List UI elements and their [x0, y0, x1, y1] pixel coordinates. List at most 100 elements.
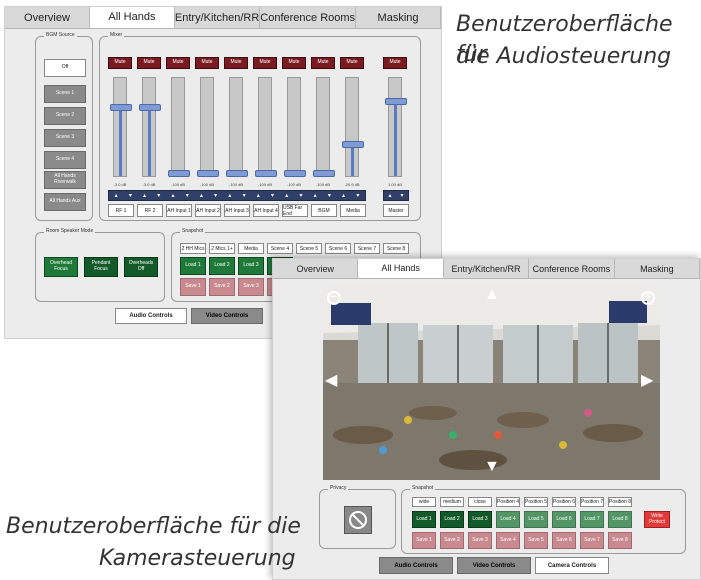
- fader-track[interactable]: [255, 77, 277, 177]
- snapshot-load-button[interactable]: Load 8: [608, 511, 632, 528]
- tab-entry-kitchen-rr[interactable]: Entry/Kitchen/RR: [444, 259, 530, 278]
- bgm-off-button[interactable]: Off: [44, 59, 86, 77]
- overheads-off-button[interactable]: Overheads Off: [124, 257, 158, 277]
- fader-knob[interactable]: [385, 98, 407, 106]
- channel-select-up-icon[interactable]: ▴: [314, 192, 317, 199]
- bgm-scene-3-button[interactable]: Scene 3: [44, 129, 86, 147]
- channel-select-down-icon[interactable]: ▾: [356, 192, 359, 199]
- tab-all-hands[interactable]: All Hands: [89, 7, 175, 28]
- mute-button[interactable]: Mute: [195, 57, 219, 69]
- overhead-focus-button[interactable]: Overhead Focus: [44, 257, 78, 277]
- snapshot-save-button[interactable]: Save 8: [608, 532, 632, 549]
- master-select-down-icon[interactable]: ▾: [400, 192, 403, 199]
- channel-select-down-icon[interactable]: ▾: [186, 192, 189, 199]
- fader-track[interactable]: [226, 77, 248, 177]
- snapshot-load-button[interactable]: Load 2: [440, 511, 464, 528]
- tab-overview[interactable]: Overview: [5, 7, 90, 28]
- channel-select-up-icon[interactable]: ▴: [171, 192, 174, 199]
- snapshot-save-button[interactable]: Save 2: [440, 532, 464, 549]
- mute-button[interactable]: Mute: [224, 57, 248, 69]
- channel-select-down-icon[interactable]: ▾: [299, 192, 302, 199]
- fader-knob[interactable]: [226, 170, 248, 177]
- master-select-strip[interactable]: ▴ ▾: [383, 190, 409, 201]
- bgm-all-hands-riverwalk-button[interactable]: All Hands Riverwalk: [44, 171, 86, 189]
- master-select-up-icon[interactable]: ▴: [388, 192, 391, 199]
- channel-select-down-icon[interactable]: ▾: [129, 192, 132, 199]
- fader-track[interactable]: [139, 77, 161, 177]
- camera-controls-button[interactable]: Camera Controls: [535, 557, 609, 574]
- bgm-all-hands-aux-button[interactable]: All Hands Aux: [44, 193, 86, 211]
- pan-up-icon[interactable]: ▲: [484, 287, 500, 303]
- video-controls-button[interactable]: Video Controls: [191, 308, 263, 324]
- snapshot-save-button[interactable]: Save 2: [209, 278, 235, 296]
- channel-select-down-icon[interactable]: ▾: [328, 192, 331, 199]
- snapshot-save-button[interactable]: Save 1: [412, 532, 436, 549]
- snapshot-load-button[interactable]: Load 6: [552, 511, 576, 528]
- fader-knob[interactable]: [284, 170, 306, 177]
- channel-select-down-icon[interactable]: ▾: [243, 192, 246, 199]
- pan-down-icon[interactable]: ▼: [484, 459, 500, 475]
- mute-button[interactable]: Mute: [108, 57, 132, 69]
- fader-track[interactable]: [168, 77, 190, 177]
- snapshot-save-button[interactable]: Save 5: [524, 532, 548, 549]
- mute-button[interactable]: Mute: [166, 57, 190, 69]
- mute-button[interactable]: Mute: [137, 57, 161, 69]
- channel-select-down-icon[interactable]: ▾: [157, 192, 160, 199]
- bgm-scene-1-button[interactable]: Scene 1: [44, 85, 86, 103]
- mute-button[interactable]: Mute: [311, 57, 335, 69]
- fader-track[interactable]: [197, 77, 219, 177]
- fader-knob[interactable]: [168, 170, 190, 177]
- tab-conference-rooms[interactable]: Conference Rooms: [529, 259, 615, 278]
- fader-track[interactable]: [110, 77, 132, 177]
- snapshot-load-button[interactable]: Load 5: [524, 511, 548, 528]
- channel-select-up-icon[interactable]: ▴: [115, 192, 118, 199]
- write-protect-button[interactable]: Write Protect: [644, 511, 670, 528]
- pan-right-icon[interactable]: ▶: [641, 373, 653, 389]
- audio-controls-button[interactable]: Audio Controls: [115, 308, 187, 324]
- channel-select-up-icon[interactable]: ▴: [228, 192, 231, 199]
- bgm-scene-2-button[interactable]: Scene 2: [44, 107, 86, 125]
- pan-left-icon[interactable]: ◀: [325, 373, 337, 389]
- fader-knob[interactable]: [342, 141, 364, 149]
- mute-button[interactable]: Mute: [253, 57, 277, 69]
- snapshot-load-button[interactable]: Load 3: [238, 257, 264, 275]
- channel-select-up-icon[interactable]: ▴: [200, 192, 203, 199]
- bgm-scene-4-button[interactable]: Scene 4: [44, 151, 86, 169]
- snapshot-load-button[interactable]: Load 7: [580, 511, 604, 528]
- fader-track[interactable]: [284, 77, 306, 177]
- mute-button[interactable]: Mute: [383, 57, 407, 69]
- channel-select-up-icon[interactable]: ▴: [257, 192, 260, 199]
- snapshot-load-button[interactable]: Load 1: [412, 511, 436, 528]
- tab-masking[interactable]: Masking: [615, 259, 701, 278]
- channel-select-strip[interactable]: ▴ ▾ ▴ ▾ ▴ ▾ ▴ ▾ ▴ ▾ ▴ ▾ ▴ ▾ ▴ ▾ ▴ ▾: [108, 190, 366, 201]
- mute-button[interactable]: Mute: [340, 57, 364, 69]
- zoom-out-icon[interactable]: −: [327, 291, 341, 305]
- channel-select-down-icon[interactable]: ▾: [214, 192, 217, 199]
- audio-controls-button[interactable]: Audio Controls: [379, 557, 453, 574]
- snapshot-save-button[interactable]: Save 3: [468, 532, 492, 549]
- zoom-in-icon[interactable]: +: [641, 291, 655, 305]
- tab-entry-kitchen-rr[interactable]: Entry/Kitchen/RR: [175, 7, 261, 28]
- snapshot-load-button[interactable]: Load 4: [496, 511, 520, 528]
- camera-view[interactable]: − + ▲ ▼ ◀ ▶: [323, 285, 660, 480]
- mute-button[interactable]: Mute: [282, 57, 306, 69]
- fader-knob[interactable]: [197, 170, 219, 177]
- tab-masking[interactable]: Masking: [356, 7, 442, 28]
- fader-track[interactable]: [342, 77, 364, 177]
- channel-select-up-icon[interactable]: ▴: [285, 192, 288, 199]
- tab-all-hands[interactable]: All Hands: [358, 259, 444, 278]
- snapshot-load-button[interactable]: Load 1: [180, 257, 206, 275]
- tab-overview[interactable]: Overview: [273, 259, 359, 278]
- tab-conference-rooms[interactable]: Conference Rooms: [260, 7, 357, 28]
- privacy-button[interactable]: [344, 506, 372, 534]
- snapshot-save-button[interactable]: Save 3: [238, 278, 264, 296]
- snapshot-save-button[interactable]: Save 1: [180, 278, 206, 296]
- snapshot-load-button[interactable]: Load 3: [468, 511, 492, 528]
- channel-select-up-icon[interactable]: ▴: [342, 192, 345, 199]
- snapshot-load-button[interactable]: Load 2: [209, 257, 235, 275]
- fader-knob[interactable]: [255, 170, 277, 177]
- fader-track[interactable]: [385, 77, 407, 177]
- snapshot-save-button[interactable]: Save 4: [496, 532, 520, 549]
- fader-track[interactable]: [313, 77, 335, 177]
- snapshot-save-button[interactable]: Save 7: [580, 532, 604, 549]
